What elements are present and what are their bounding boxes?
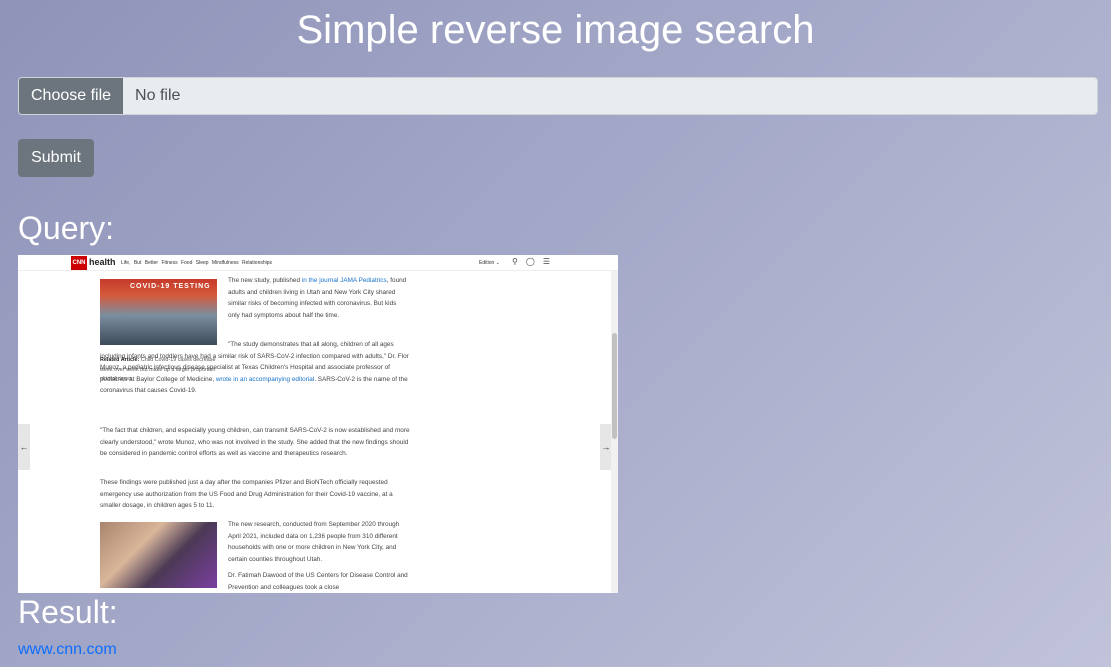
photo-banner-text: COVID-19 TESTING bbox=[130, 283, 211, 290]
query-image-navbar: CNN health Life, But Better Fitness Food… bbox=[18, 255, 618, 271]
menu-icon: ☰ bbox=[542, 257, 558, 266]
submit-button[interactable]: Submit bbox=[18, 139, 94, 177]
choose-file-button[interactable]: Choose file bbox=[19, 78, 124, 114]
query-image-scrollbar bbox=[611, 271, 618, 593]
editorial-link: wrote in an accompanying editorial bbox=[215, 375, 315, 383]
search-icon: ⚲ bbox=[512, 257, 526, 266]
user-icon: ◯ bbox=[525, 257, 543, 266]
query-heading: Query: bbox=[18, 210, 115, 246]
article-paragraph-4: These findings were published just a day… bbox=[100, 479, 393, 509]
query-image-nav-links: Life, But Better Fitness Food Sleep Mind… bbox=[121, 260, 273, 266]
article-paragraph-3: "The fact that children, and especially … bbox=[100, 427, 410, 457]
nav-icons: ⚲◯☰ bbox=[512, 257, 558, 266]
scrollbar-thumb bbox=[612, 333, 617, 439]
edition-selector: Edition ⌄ bbox=[479, 260, 500, 266]
file-input[interactable]: Choose file No file bbox=[18, 77, 1098, 115]
journal-link: in the journal JAMA Pediatrics bbox=[301, 277, 387, 284]
article-text: The new study, published bbox=[228, 277, 302, 284]
page-title: Simple reverse image search bbox=[296, 8, 815, 52]
result-link[interactable]: www.cnn.com bbox=[18, 641, 117, 659]
article-paragraph-2: "The study demonstrates that all along, … bbox=[100, 339, 410, 397]
article-paragraph-5: The new research, conducted from Septemb… bbox=[228, 521, 400, 563]
cnn-logo: CNN bbox=[71, 256, 87, 270]
covid-testing-photo: COVID-19 TESTING bbox=[100, 279, 217, 345]
article-paragraph-6: Dr. Fatimah Dawood of the US Centers for… bbox=[228, 572, 408, 591]
vaccine-photo bbox=[100, 522, 217, 588]
article-paragraph-1: The new study, published in the journal … bbox=[228, 275, 408, 321]
arrow-left-icon: ← bbox=[18, 424, 30, 470]
result-heading: Result: bbox=[18, 594, 118, 630]
health-logo-text: health bbox=[89, 257, 116, 267]
file-name-display[interactable]: No file bbox=[123, 78, 1097, 114]
query-image: CNN health Life, But Better Fitness Food… bbox=[18, 255, 618, 593]
